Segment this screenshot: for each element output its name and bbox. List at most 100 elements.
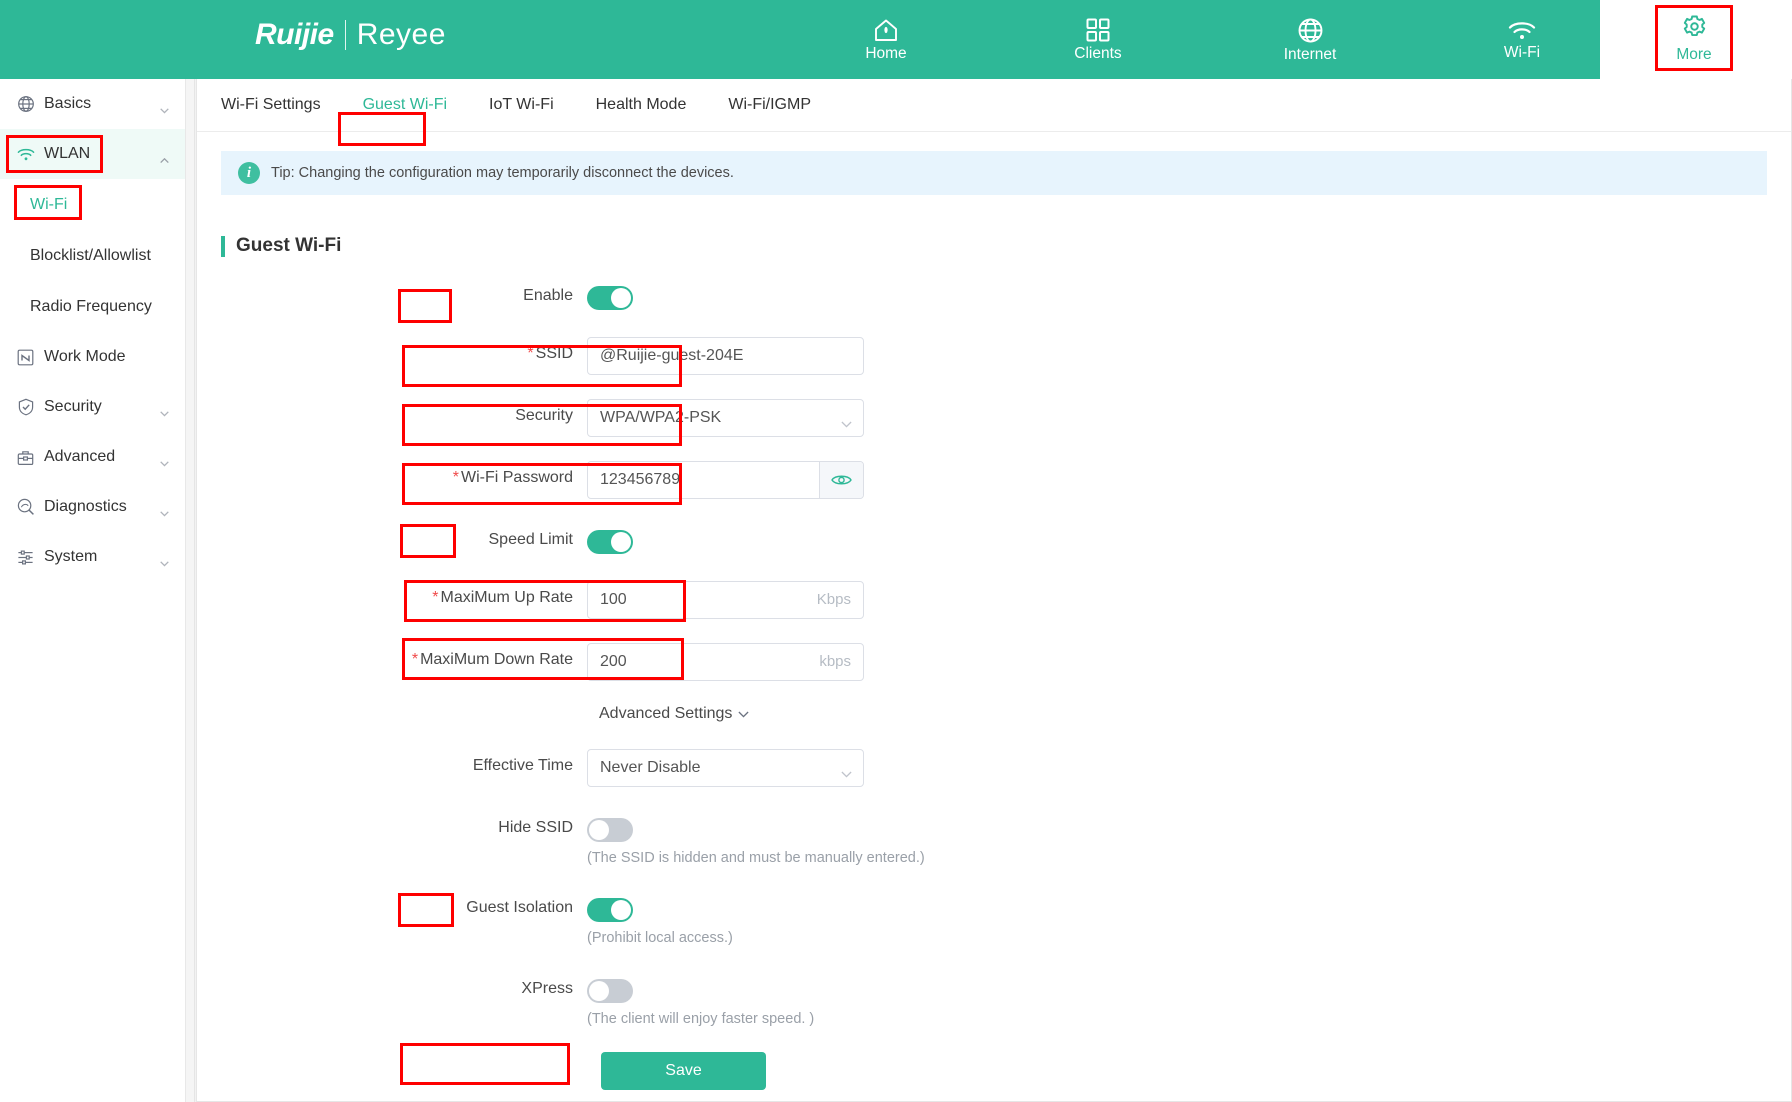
field-speed-limit: Speed Limit (197, 523, 1791, 557)
xpress-toggle[interactable] (587, 978, 633, 1003)
field-wifi-password-label-text: Wi-Fi Password (460, 469, 573, 486)
field-security-control: WPA/WPA2-PSK (587, 399, 864, 437)
speed-limit-toggle[interactable] (587, 530, 633, 554)
eye-icon[interactable] (819, 462, 863, 498)
wifi-password-input[interactable] (588, 462, 819, 498)
workmode-icon (16, 348, 35, 367)
field-xpress-control: (The client will enjoy faster speed. ) (587, 972, 814, 1028)
field-max-down-rate-control: kbps (587, 643, 864, 681)
sidebar-item-diagnostics[interactable]: Diagnostics (0, 482, 185, 532)
nav-item-clients[interactable]: Clients (992, 0, 1204, 79)
shield-check-icon (16, 398, 35, 417)
field-speed-limit-control (587, 523, 633, 554)
field-security-label: Security (515, 407, 573, 424)
field-hide-ssid-control: (The SSID is hidden and must be manually… (587, 811, 925, 867)
header-teal-region: Ruijie Reyee Home Clients Internet Wi-Fi (0, 0, 1600, 79)
tab-iot-wifi[interactable]: IoT Wi-Fi (489, 97, 554, 113)
sidebar-item-radio-frequency-label: Radio Frequency (30, 297, 152, 315)
tab-health-mode[interactable]: Health Mode (596, 97, 687, 113)
field-hide-ssid-label: Hide SSID (498, 819, 573, 836)
tab-bar: Wi-Fi Settings Guest Wi-Fi IoT Wi-Fi Hea… (197, 79, 1791, 132)
tip-text: Tip: Changing the configuration may temp… (271, 165, 734, 181)
field-max-up-rate: *MaxiMum Up Rate Kbps (197, 581, 1791, 619)
nav-item-home[interactable]: Home (780, 0, 992, 79)
field-ssid-label: * SSID (197, 337, 587, 371)
sidebar-item-security-label: Security (44, 398, 102, 415)
field-guest-isolation-label: Guest Isolation (466, 899, 573, 917)
nav-item-home-label: Home (865, 45, 907, 63)
chevron-down-icon (160, 404, 169, 417)
sliders-icon (16, 548, 35, 567)
sidebar-item-work-mode-label: Work Mode (44, 348, 126, 365)
sidebar-item-advanced[interactable]: Advanced (0, 432, 185, 482)
globe-icon (1297, 17, 1324, 44)
effective-time-select-value: Never Disable (600, 759, 701, 776)
sidebar-item-basics[interactable]: Basics (0, 79, 185, 129)
field-max-up-rate-label: * MaxiMum Up Rate (197, 581, 587, 615)
hide-ssid-toggle[interactable] (587, 818, 633, 842)
tab-wifi-settings[interactable]: Wi-Fi Settings (221, 97, 321, 113)
sidebar-item-wlan[interactable]: WLAN (0, 129, 185, 179)
vertical-scrollbar[interactable] (186, 79, 195, 1102)
field-wifi-password-label: * Wi-Fi Password (197, 461, 587, 495)
chevron-down-icon (841, 765, 852, 778)
brand-secondary-text: Reyee (356, 18, 446, 51)
field-security: Security WPA/WPA2-PSK (197, 399, 1791, 437)
section-title: Guest Wi-Fi (221, 235, 1791, 257)
ssid-input[interactable] (587, 337, 864, 375)
chevron-down-icon (738, 705, 749, 723)
enable-toggle[interactable] (587, 286, 633, 310)
required-marker: * (411, 651, 419, 668)
tab-guest-wifi[interactable]: Guest Wi-Fi (363, 97, 447, 113)
field-xpress: XPress (The client will enjoy faster spe… (197, 972, 1791, 1028)
sidebar-item-work-mode[interactable]: Work Mode (0, 332, 185, 382)
save-button[interactable]: Save (601, 1052, 766, 1091)
field-effective-time-label: Effective Time (472, 757, 573, 774)
max-down-rate-input[interactable] (588, 644, 863, 680)
guest-isolation-toggle[interactable] (587, 898, 633, 923)
field-max-up-rate-label-text: MaxiMum Up Rate (440, 589, 573, 606)
security-select[interactable]: WPA/WPA2-PSK (587, 399, 864, 437)
max-up-rate-group: Kbps (587, 581, 864, 619)
nav-item-clients-label: Clients (1074, 45, 1122, 63)
sidebar-item-radio-frequency[interactable]: Radio Frequency (0, 281, 185, 332)
sidebar-item-wifi-label: Wi-Fi (30, 195, 68, 213)
wifi-icon (16, 145, 35, 164)
field-max-down-rate-label: * MaxiMum Down Rate (197, 643, 587, 677)
toggle-knob (611, 288, 631, 308)
field-effective-time: Effective Time Never Disable (197, 749, 1791, 787)
field-max-down-rate: *MaxiMum Down Rate kbps (197, 643, 1791, 681)
field-enable: Enable (197, 279, 1791, 313)
sidebar-item-blocklist-allowlist-label: Blocklist/Allowlist (30, 246, 151, 264)
chevron-down-icon (841, 415, 852, 428)
clients-grid-icon (1085, 17, 1111, 43)
hide-ssid-hint: (The SSID is hidden and must be manually… (587, 850, 925, 866)
nav-item-more-label: More (1676, 45, 1712, 63)
sidebar-item-system[interactable]: System (0, 532, 185, 582)
sidebar-item-system-label: System (44, 548, 98, 565)
nav-item-internet[interactable]: Internet (1204, 0, 1416, 79)
sidebar-item-wifi[interactable]: Wi-Fi (0, 179, 185, 230)
wifi-icon (1507, 18, 1537, 42)
tip-banner: i Tip: Changing the configuration may te… (221, 151, 1767, 195)
header-nav: Home Clients Internet Wi-Fi (780, 0, 1628, 79)
magnifier-icon (16, 498, 35, 517)
chevron-down-icon (160, 504, 169, 517)
max-up-rate-input[interactable] (588, 582, 863, 618)
gear-icon (1682, 14, 1707, 44)
field-max-up-rate-control: Kbps (587, 581, 864, 619)
advanced-settings-toggle[interactable]: Advanced Settings (599, 705, 749, 723)
brand-primary-text: Ruijie (255, 18, 334, 51)
field-enable-control (587, 279, 633, 310)
xpress-hint: (The client will enjoy faster speed. ) (587, 1010, 815, 1027)
section-title-text: Guest Wi-Fi (236, 235, 342, 256)
sidebar-item-security[interactable]: Security (0, 382, 185, 432)
nav-item-wifi[interactable]: Wi-Fi (1416, 0, 1628, 79)
effective-time-select[interactable]: Never Disable (587, 749, 864, 787)
tab-wifi-igmp[interactable]: Wi-Fi/IGMP (728, 97, 811, 113)
sidebar-item-blocklist-allowlist[interactable]: Blocklist/Allowlist (0, 230, 185, 281)
field-xpress-label: XPress (521, 979, 573, 997)
field-ssid-control (587, 337, 864, 375)
nav-item-more[interactable]: More (1655, 5, 1733, 71)
nav-item-wifi-label: Wi-Fi (1503, 44, 1541, 62)
